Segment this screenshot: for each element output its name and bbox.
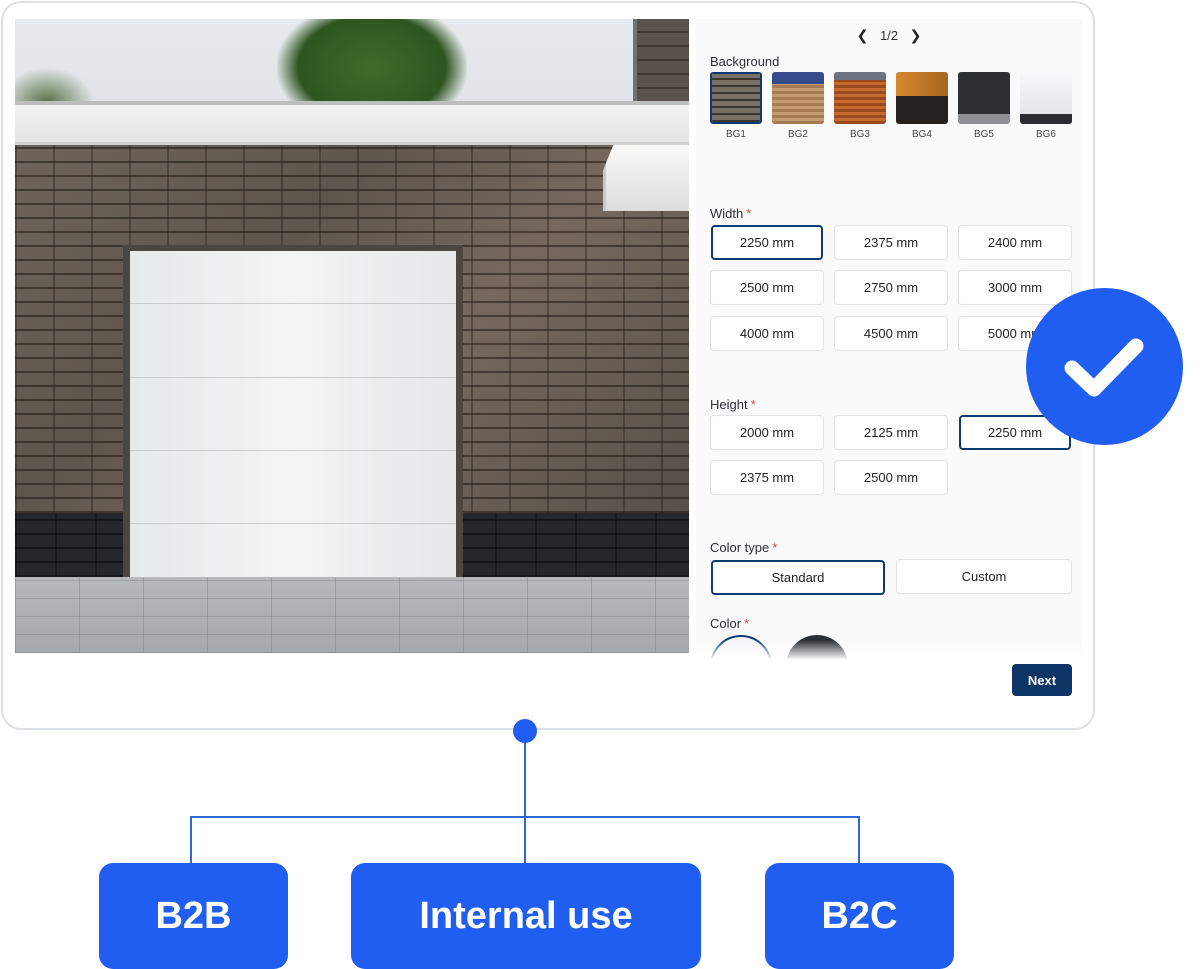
background-caption: BG6 bbox=[1035, 129, 1056, 140]
background-option-bg6[interactable] bbox=[1020, 72, 1072, 124]
roof-fascia bbox=[15, 105, 689, 145]
background-option-bg2[interactable] bbox=[772, 72, 824, 124]
connector-dot bbox=[513, 719, 537, 743]
height-option[interactable]: 2375 mm bbox=[710, 460, 824, 495]
pager: ❮ 1/2 ❯ bbox=[696, 27, 1082, 44]
next-button[interactable]: Next bbox=[1012, 664, 1072, 696]
door-panel-line bbox=[130, 303, 456, 304]
garage-door bbox=[130, 251, 456, 580]
garage-door-preview bbox=[15, 19, 689, 653]
page-indicator: 1/2 bbox=[879, 28, 899, 43]
height-option[interactable]: 2125 mm bbox=[834, 415, 948, 450]
width-option[interactable]: 2250 mm bbox=[711, 225, 823, 260]
audience-internal-use: Internal use bbox=[351, 863, 701, 969]
width-option[interactable]: 2375 mm bbox=[834, 225, 948, 260]
color-type-label-text: Color type bbox=[710, 540, 770, 555]
background-caption: BG1 bbox=[725, 129, 746, 140]
panel-fade bbox=[696, 640, 1082, 660]
check-badge bbox=[1026, 288, 1183, 445]
width-label: Width * bbox=[710, 206, 751, 221]
width-option[interactable]: 4500 mm bbox=[834, 316, 948, 351]
required-mark: * bbox=[772, 540, 778, 555]
width-option[interactable]: 2500 mm bbox=[710, 270, 824, 305]
color-label-text: Color bbox=[710, 616, 742, 631]
color-label: Color * bbox=[710, 616, 749, 631]
height-option[interactable]: 2500 mm bbox=[834, 460, 948, 495]
background-option-bg3[interactable] bbox=[834, 72, 886, 124]
height-label-text: Height bbox=[710, 397, 748, 412]
entrance-canopy bbox=[603, 145, 689, 211]
checkmark-icon bbox=[1064, 338, 1144, 397]
door-panel-line bbox=[130, 377, 456, 378]
background-option-bg5[interactable] bbox=[958, 72, 1010, 124]
background-option-bg1[interactable] bbox=[710, 72, 762, 124]
audience-b2c: B2C bbox=[765, 863, 954, 969]
background-caption: BG2 bbox=[787, 129, 808, 140]
background-caption: BG5 bbox=[973, 129, 994, 140]
color-type-custom[interactable]: Custom bbox=[896, 559, 1072, 594]
width-label-text: Width bbox=[710, 206, 744, 221]
width-option[interactable]: 2400 mm bbox=[958, 225, 1072, 260]
width-option[interactable]: 2750 mm bbox=[834, 270, 948, 305]
background-caption: BG4 bbox=[911, 129, 932, 140]
configuration-panel: ❮ 1/2 ❯ Background BG1 BG2 BG3 BG4 BG5 B… bbox=[696, 19, 1082, 659]
width-option[interactable]: 4000 mm bbox=[710, 316, 824, 351]
door-panel-line bbox=[130, 523, 456, 524]
background-caption: BG3 bbox=[849, 129, 870, 140]
height-option[interactable]: 2000 mm bbox=[710, 415, 824, 450]
connector-right bbox=[858, 816, 860, 863]
background-option-bg4[interactable] bbox=[896, 72, 948, 124]
connector-bar bbox=[190, 816, 860, 818]
connector-trunk bbox=[524, 743, 526, 863]
paved-driveway bbox=[15, 577, 689, 653]
required-mark: * bbox=[744, 616, 750, 631]
background-label: Background bbox=[710, 54, 780, 69]
door-panel-line bbox=[130, 450, 456, 451]
required-mark: * bbox=[746, 206, 752, 221]
chevron-left-icon[interactable]: ❮ bbox=[857, 27, 869, 44]
color-type-standard[interactable]: Standard bbox=[711, 560, 885, 595]
audience-b2b: B2B bbox=[99, 863, 288, 969]
connector-left bbox=[190, 816, 192, 863]
height-label: Height * bbox=[710, 397, 756, 412]
color-type-label: Color type * bbox=[710, 540, 777, 555]
chevron-right-icon[interactable]: ❯ bbox=[910, 27, 922, 44]
required-mark: * bbox=[750, 397, 756, 412]
